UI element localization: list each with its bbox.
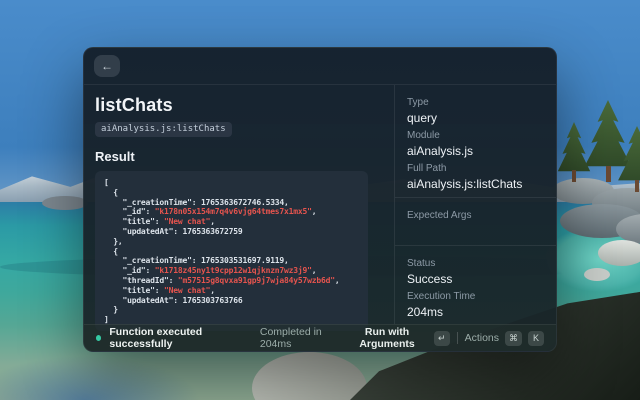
- run-with-arguments-button[interactable]: Run with Arguments ↵: [346, 326, 449, 350]
- pine-tree-trunk: [635, 180, 639, 192]
- code-line: "updatedAt": 1765303763766: [104, 296, 359, 306]
- status-bar: Function executed successfully Completed…: [84, 324, 556, 351]
- window-header: ←: [84, 48, 556, 85]
- code-line: "threadId": "m57515g8qvxa91gp9j7wja84y57…: [104, 276, 359, 286]
- pine-tree-trunk: [606, 166, 611, 182]
- code-line: },: [104, 237, 359, 247]
- function-path-badge: aiAnalysis.js:listChats: [95, 122, 232, 137]
- status-message: Function executed successfully Completed…: [96, 326, 346, 350]
- water-boulder: [598, 240, 640, 266]
- command-key-icon: ⌘: [505, 331, 522, 346]
- execution-time-value: 204ms: [407, 305, 544, 320]
- module-value: aiAnalysis.js: [407, 144, 544, 159]
- code-line: "_creationTime": 1765363672746.5334,: [104, 198, 359, 208]
- pine-tree-trunk: [572, 170, 576, 182]
- code-line: {: [104, 247, 359, 257]
- sidebar-section-run-info: Status Success Execution Time 204ms: [395, 245, 556, 324]
- success-dot-icon: [96, 335, 101, 341]
- code-line: "_creationTime": 1765303531697.9119,: [104, 256, 359, 266]
- code-line: {: [104, 188, 359, 198]
- code-line: [: [104, 178, 359, 188]
- footer-divider: [457, 332, 458, 344]
- details-sidebar: Type query Module aiAnalysis.js Full Pat…: [394, 85, 556, 324]
- result-heading: Result: [95, 149, 368, 164]
- code-line: "title": "New chat",: [104, 217, 359, 227]
- actions-label: Actions: [465, 332, 499, 344]
- code-line: "_id": "k178n05x154m7q4v6vjg64tmes7x1mx5…: [104, 207, 359, 217]
- desktop: ← listChats aiAnalysis.js:listChats Resu…: [0, 0, 640, 400]
- footer-actions: Run with Arguments ↵ Actions ⌘ K: [346, 326, 544, 350]
- main-panel: listChats aiAnalysis.js:listChats Result…: [84, 85, 394, 324]
- type-label: Type: [407, 97, 544, 109]
- sidebar-section-identity: Type query Module aiAnalysis.js Full Pat…: [395, 85, 556, 197]
- module-label: Module: [407, 130, 544, 142]
- status-value: Success: [407, 272, 544, 287]
- window-body: listChats aiAnalysis.js:listChats Result…: [84, 85, 556, 324]
- type-value: query: [407, 111, 544, 126]
- status-text: Function executed successfully: [109, 326, 251, 350]
- k-key-icon: K: [528, 331, 544, 346]
- fullpath-value: aiAnalysis.js:listChats: [407, 177, 544, 192]
- water-boulder: [584, 268, 610, 281]
- code-line: "updatedAt": 1765363672759: [104, 227, 359, 237]
- back-button[interactable]: ←: [94, 55, 120, 77]
- sidebar-section-args: Expected Args: [395, 197, 556, 245]
- code-block[interactable]: [ { "_creationTime": 1765363672746.5334,…: [95, 171, 368, 331]
- run-with-arguments-label: Run with Arguments: [346, 326, 427, 350]
- code-line: "_id": "k1718z45ny1t9cpp12w1qjknzn7wz3j9…: [104, 266, 359, 276]
- deep-water-patch: [0, 356, 200, 400]
- actions-menu-button[interactable]: Actions ⌘ K: [465, 331, 544, 346]
- horizon-rock: [42, 196, 88, 210]
- expected-args-label: Expected Args: [407, 210, 544, 222]
- completed-text: Completed in 204ms: [260, 326, 346, 350]
- return-key-icon: ↵: [434, 331, 450, 346]
- execution-time-label: Execution Time: [407, 291, 544, 303]
- function-runner-window: ← listChats aiAnalysis.js:listChats Resu…: [83, 47, 557, 352]
- status-label: Status: [407, 258, 544, 270]
- code-line: "title": "New chat",: [104, 286, 359, 296]
- code-line: }: [104, 305, 359, 315]
- page-title: listChats: [95, 95, 368, 116]
- back-arrow-icon: ←: [101, 60, 113, 72]
- fullpath-label: Full Path: [407, 163, 544, 175]
